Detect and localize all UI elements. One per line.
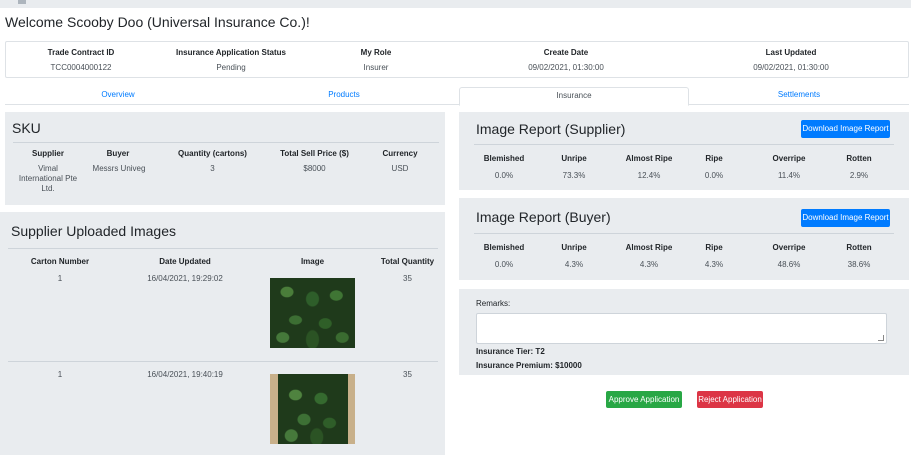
last-updated-value: 09/02/2021, 01:30:00 bbox=[753, 63, 829, 72]
divider bbox=[8, 248, 438, 249]
avocado-image-2[interactable] bbox=[270, 374, 355, 444]
last-updated-col: Last Updated 09/02/2021, 01:30:00 bbox=[731, 48, 851, 72]
approve-application-button[interactable]: Approve Application bbox=[606, 391, 682, 408]
supplier-header-rotten: Rotten bbox=[846, 154, 872, 163]
sku-price-value: $8000 bbox=[303, 164, 326, 173]
insurance-tier: Insurance Tier: T2 bbox=[476, 347, 545, 356]
sku-header-currency: Currency bbox=[382, 149, 418, 158]
supplier-header-unripe: Unripe bbox=[561, 154, 587, 163]
supplier-line: Ltd. bbox=[41, 184, 55, 193]
row1-qty: 35 bbox=[403, 274, 412, 283]
buyer-header-ripe: Ripe bbox=[705, 243, 723, 252]
image-content bbox=[270, 278, 355, 348]
divider bbox=[474, 144, 894, 145]
remarks-panel: Remarks: Insurance Tier: T2 Insurance Pr… bbox=[459, 289, 909, 375]
buyer-header-blemished: Blemished bbox=[483, 243, 525, 252]
tab-products[interactable]: Products bbox=[231, 87, 457, 105]
sku-title: SKU bbox=[12, 120, 41, 136]
sku-currency-value: USD bbox=[391, 164, 409, 173]
header-total-quantity: Total Quantity bbox=[380, 257, 435, 266]
supplier-line: Vimal bbox=[38, 164, 58, 173]
buyer-value-unripe: 4.3% bbox=[564, 260, 584, 269]
resize-grip-icon[interactable] bbox=[878, 335, 884, 341]
divider bbox=[474, 233, 894, 234]
sku-header-supplier: Supplier bbox=[31, 149, 64, 158]
tab-overview[interactable]: Overview bbox=[5, 87, 231, 105]
remarks-textarea[interactable] bbox=[476, 313, 887, 344]
status-value: Pending bbox=[216, 63, 246, 72]
sku-header-buyer: Buyer bbox=[106, 149, 130, 158]
buyer-header-unripe: Unripe bbox=[561, 243, 587, 252]
sku-quantity-value: 3 bbox=[210, 164, 215, 173]
image-report-buyer-title: Image Report (Buyer) bbox=[476, 209, 611, 225]
avocado-image-1[interactable] bbox=[270, 278, 355, 348]
uploaded-images-title: Supplier Uploaded Images bbox=[11, 223, 176, 239]
role-value: Insurer bbox=[363, 63, 389, 72]
row2-qty: 35 bbox=[403, 370, 412, 379]
insurance-premium: Insurance Premium: $10000 bbox=[476, 361, 582, 370]
buyer-value-rotten: 38.6% bbox=[847, 260, 871, 269]
image-content bbox=[270, 374, 355, 444]
buyer-value-blemished: 0.0% bbox=[494, 260, 514, 269]
last-updated-label: Last Updated bbox=[765, 48, 817, 57]
sku-buyer-value: Messrs Univeg bbox=[92, 164, 146, 173]
header-date-updated: Date Updated bbox=[159, 257, 211, 266]
trade-contract-id-col: Trade Contract ID TCC0004000122 bbox=[31, 48, 131, 72]
download-buyer-report-button[interactable]: Download Image Report bbox=[801, 209, 890, 227]
row1-carton: 1 bbox=[57, 274, 63, 283]
tab-bar: Overview Products Insurance Settlements bbox=[5, 87, 909, 106]
buyer-header-overripe: Overripe bbox=[772, 243, 806, 252]
role-col: My Role Insurer bbox=[346, 48, 406, 72]
tab-insurance[interactable]: Insurance bbox=[459, 87, 689, 106]
buyer-header-rotten: Rotten bbox=[846, 243, 872, 252]
status-label: Insurance Application Status bbox=[176, 48, 286, 57]
supplier-value-rotten: 2.9% bbox=[849, 171, 869, 180]
download-supplier-report-button[interactable]: Download Image Report bbox=[801, 120, 890, 138]
welcome-heading: Welcome Scooby Doo (Universal Insurance … bbox=[5, 14, 310, 30]
create-date-col: Create Date 09/02/2021, 01:30:00 bbox=[506, 48, 626, 72]
supplier-header-almost-ripe: Almost Ripe bbox=[625, 154, 673, 163]
uploaded-images-panel: Supplier Uploaded Images Carton Number D… bbox=[0, 212, 445, 455]
buyer-value-almost-ripe: 4.3% bbox=[639, 260, 659, 269]
row1-date: 16/04/2021, 19:29:02 bbox=[147, 274, 223, 283]
tab-settlements[interactable]: Settlements bbox=[689, 87, 909, 105]
trade-contract-id-label: Trade Contract ID bbox=[47, 48, 115, 57]
sku-header-quantity: Quantity (cartons) bbox=[178, 149, 247, 158]
image-report-buyer-panel: Image Report (Buyer) Download Image Repo… bbox=[459, 198, 909, 280]
supplier-value-blemished: 0.0% bbox=[494, 171, 514, 180]
reject-application-button[interactable]: Reject Application bbox=[697, 391, 763, 408]
nav-marker bbox=[18, 0, 26, 4]
row2-carton: 1 bbox=[57, 370, 63, 379]
supplier-value-almost-ripe: 12.4% bbox=[637, 171, 661, 180]
supplier-header-ripe: Ripe bbox=[705, 154, 723, 163]
supplier-value-overripe: 11.4% bbox=[777, 171, 801, 180]
create-date-label: Create Date bbox=[543, 48, 589, 57]
supplier-line: International Pte bbox=[18, 174, 78, 183]
header-carton-number: Carton Number bbox=[30, 257, 90, 266]
buyer-header-almost-ripe: Almost Ripe bbox=[625, 243, 673, 252]
buyer-value-overripe: 48.6% bbox=[777, 260, 801, 269]
row2-date: 16/04/2021, 19:40:19 bbox=[147, 370, 223, 379]
remarks-label: Remarks: bbox=[476, 299, 511, 308]
header-image: Image bbox=[300, 257, 325, 266]
divider bbox=[13, 142, 439, 143]
contract-summary: Trade Contract ID TCC0004000122 Insuranc… bbox=[5, 41, 909, 78]
supplier-header-overripe: Overripe bbox=[772, 154, 806, 163]
role-label: My Role bbox=[360, 48, 392, 57]
sku-header-price: Total Sell Price ($) bbox=[280, 149, 349, 158]
trade-contract-id-value: TCC0004000122 bbox=[50, 63, 112, 72]
create-date-value: 09/02/2021, 01:30:00 bbox=[528, 63, 604, 72]
sku-supplier-value: Vimal International Pte Ltd. bbox=[13, 164, 83, 194]
sku-panel: SKU Supplier Buyer Quantity (cartons) To… bbox=[5, 112, 445, 205]
status-col: Insurance Application Status Pending bbox=[166, 48, 296, 72]
divider bbox=[8, 361, 438, 362]
supplier-value-ripe: 0.0% bbox=[704, 171, 724, 180]
image-report-supplier-panel: Image Report (Supplier) Download Image R… bbox=[459, 112, 909, 190]
supplier-header-blemished: Blemished bbox=[483, 154, 525, 163]
buyer-value-ripe: 4.3% bbox=[704, 260, 724, 269]
top-nav-strip bbox=[0, 0, 911, 8]
image-report-supplier-title: Image Report (Supplier) bbox=[476, 121, 626, 137]
supplier-value-unripe: 73.3% bbox=[562, 171, 586, 180]
